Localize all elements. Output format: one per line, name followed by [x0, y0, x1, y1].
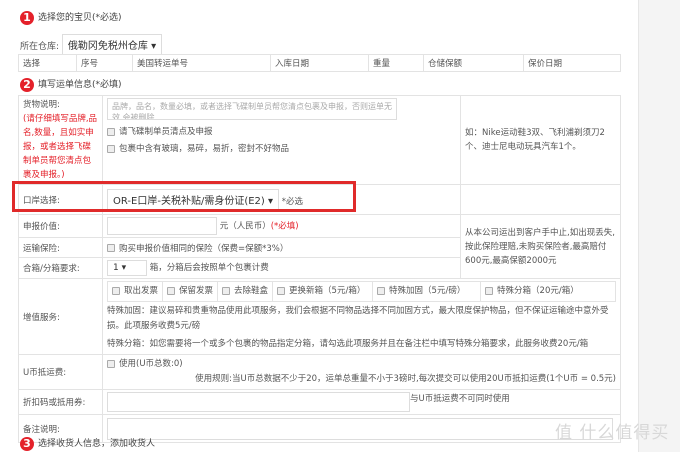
- split-label: 合箱/分箱要求:: [18, 257, 103, 279]
- section-1-header: 1 选择您的宝贝(*必选): [20, 10, 122, 25]
- service-option[interactable]: 去除鞋盒: [218, 282, 274, 301]
- col-header: 序号: [76, 54, 133, 72]
- ucoin-row: U币抵运费: 使用(U币总数:0) 使用规则:当U币总数据不少于20，运单总重量不…: [18, 354, 621, 390]
- warehouse-value: 俄勒冈免税州仓库: [67, 41, 148, 52]
- services-desc-split: 特殊分箱：如您需要将一个或多个包裹的物品指定分箱，请勾选此项服务并且在备注栏中填…: [107, 339, 589, 349]
- col-header: 保价日期: [523, 54, 621, 72]
- declared-label: 申报价值:: [18, 214, 103, 238]
- section-title: 填写运单信息(*必填): [38, 80, 122, 90]
- service-option[interactable]: 取出发票: [108, 282, 164, 301]
- goods-example: 如：Nike运动鞋3双、飞利浦剃须刀2个、迪士尼电动玩具汽车1个。: [460, 95, 621, 185]
- remark-input[interactable]: [107, 417, 613, 440]
- split-text: 箱，分箱后会按照单个包裹计费: [149, 263, 269, 273]
- goods-label: 货物说明:: [23, 100, 60, 110]
- fragile-checkbox[interactable]: [107, 144, 115, 153]
- col-header: 入库日期: [270, 54, 369, 72]
- section-3-header: 3 选择收货人信息，添加收货人: [20, 436, 155, 451]
- service-option[interactable]: 特殊分箱（20元/箱）: [481, 282, 583, 301]
- count-checkbox[interactable]: [107, 127, 115, 136]
- split-value: 1: [113, 263, 119, 273]
- services-desc-reinforce: 特殊加固：建议易碎和贵重物品使用此项服务，我们会根据不同物品选择不同加固方式，最…: [107, 306, 609, 331]
- section-title: 选择您的宝贝(*必选): [38, 13, 122, 23]
- ucoin-label: U币抵运费:: [18, 354, 103, 390]
- discount-row: 折扣码或抵用券: 与U币抵运费不可同时使用: [18, 389, 621, 415]
- fragile-check-row: 包裹中含有玻璃，易碎，易折，密封不好物品: [107, 142, 456, 154]
- ucoin-check-label: 使用(U币总数:0): [119, 359, 183, 369]
- split-select[interactable]: 1 ▾: [107, 260, 147, 276]
- col-header: 美国转运单号: [132, 54, 271, 72]
- count-check-label: 请飞碟制单员清点及申报: [119, 127, 213, 137]
- table-header-row: 选择 序号 美国转运单号 入库日期 重量 仓储保额 保价日期: [18, 54, 621, 72]
- declared-row: 申报价值: 元（人民币）(*必填) 从本公司运出到客户手中止,如出现丢失,按此保…: [18, 214, 621, 279]
- services-options: 取出发票 保留发票 去除鞋盒 更换新箱（5元/箱） 特殊加固（5元/磅） 特殊分…: [107, 281, 616, 302]
- warehouse-select[interactable]: 俄勒冈免税州仓库 ▾: [61, 34, 163, 55]
- insurance-label: 运输保险:: [18, 237, 103, 258]
- declared-input[interactable]: [107, 217, 217, 235]
- step-badge: 1: [20, 10, 34, 25]
- right-scroll-area: [638, 0, 680, 452]
- col-header: 选择: [18, 54, 77, 72]
- section-title: 选择收货人信息，添加收货人: [38, 439, 156, 449]
- discount-label: 折扣码或抵用券:: [18, 389, 103, 415]
- ucoin-rule: 使用规则:当U币总数据不少于20，运单总重量不小于3磅时,每次提交可以使用20U…: [195, 374, 616, 384]
- shipping-form: 货物说明: (请仔细填写品牌,品名,数量，且如实申报，或者选择飞碟制单员帮您清点包…: [18, 95, 621, 443]
- declared-unit: 元（人民币）: [219, 221, 271, 232]
- col-header: 仓储保额: [423, 54, 524, 72]
- ucoin-checkbox[interactable]: [107, 359, 115, 368]
- services-label: 增值服务:: [18, 278, 103, 355]
- col-header: 重量: [368, 54, 424, 72]
- discount-input[interactable]: [107, 392, 410, 412]
- declared-required: (*必填): [270, 221, 299, 232]
- count-check-row: 请飞碟制单员清点及申报: [107, 125, 456, 137]
- step-badge: 2: [20, 77, 34, 92]
- section-2-header: 2 填写运单信息(*必填): [20, 77, 122, 92]
- service-option[interactable]: 特殊加固（5元/磅）: [373, 282, 482, 301]
- insurance-checkbox[interactable]: [107, 244, 115, 252]
- services-row: 增值服务: 取出发票 保留发票 去除鞋盒 更换新箱（5元/箱） 特殊加固（5元/…: [18, 278, 621, 355]
- items-table: 选择 序号 美国转运单号 入库日期 重量 仓储保额 保价日期: [18, 54, 621, 72]
- service-option[interactable]: 保留发票: [163, 282, 219, 301]
- service-option[interactable]: 更换新箱（5元/箱）: [273, 282, 374, 301]
- discount-note: 与U币抵运费不可同时使用: [410, 394, 510, 404]
- goods-hint: (请仔细填写品牌,品名,数量，且如实申报，或者选择飞碟制单员帮您清点包裹及申报。…: [23, 114, 98, 180]
- goods-row: 货物说明: (请仔细填写品牌,品名,数量，且如实申报，或者选择飞碟制单员帮您清点包…: [18, 95, 621, 185]
- goods-textarea[interactable]: 品牌，品名，数量必填，或者选择飞碟制单员帮您清点包裹及申报，否则运单无效,会被删…: [107, 98, 397, 120]
- insurance-note: 从本公司运出到客户手中止,如出现丢失,按此保险理赔,未购买保险者,最高赔付600…: [460, 214, 621, 279]
- watermark-logo: 值 什么值得买: [555, 423, 670, 443]
- warehouse-label: 所在仓库:: [20, 42, 60, 52]
- insurance-check-label: 购买申报价值相同的保险（保费=保额*3%）: [119, 243, 289, 254]
- port-highlight-box: [12, 181, 356, 212]
- step-badge: 3: [20, 436, 34, 451]
- fragile-check-label: 包裹中含有玻璃，易碎，易折，密封不好物品: [119, 144, 290, 154]
- warehouse-row: 所在仓库: 俄勒冈免税州仓库 ▾: [20, 34, 163, 55]
